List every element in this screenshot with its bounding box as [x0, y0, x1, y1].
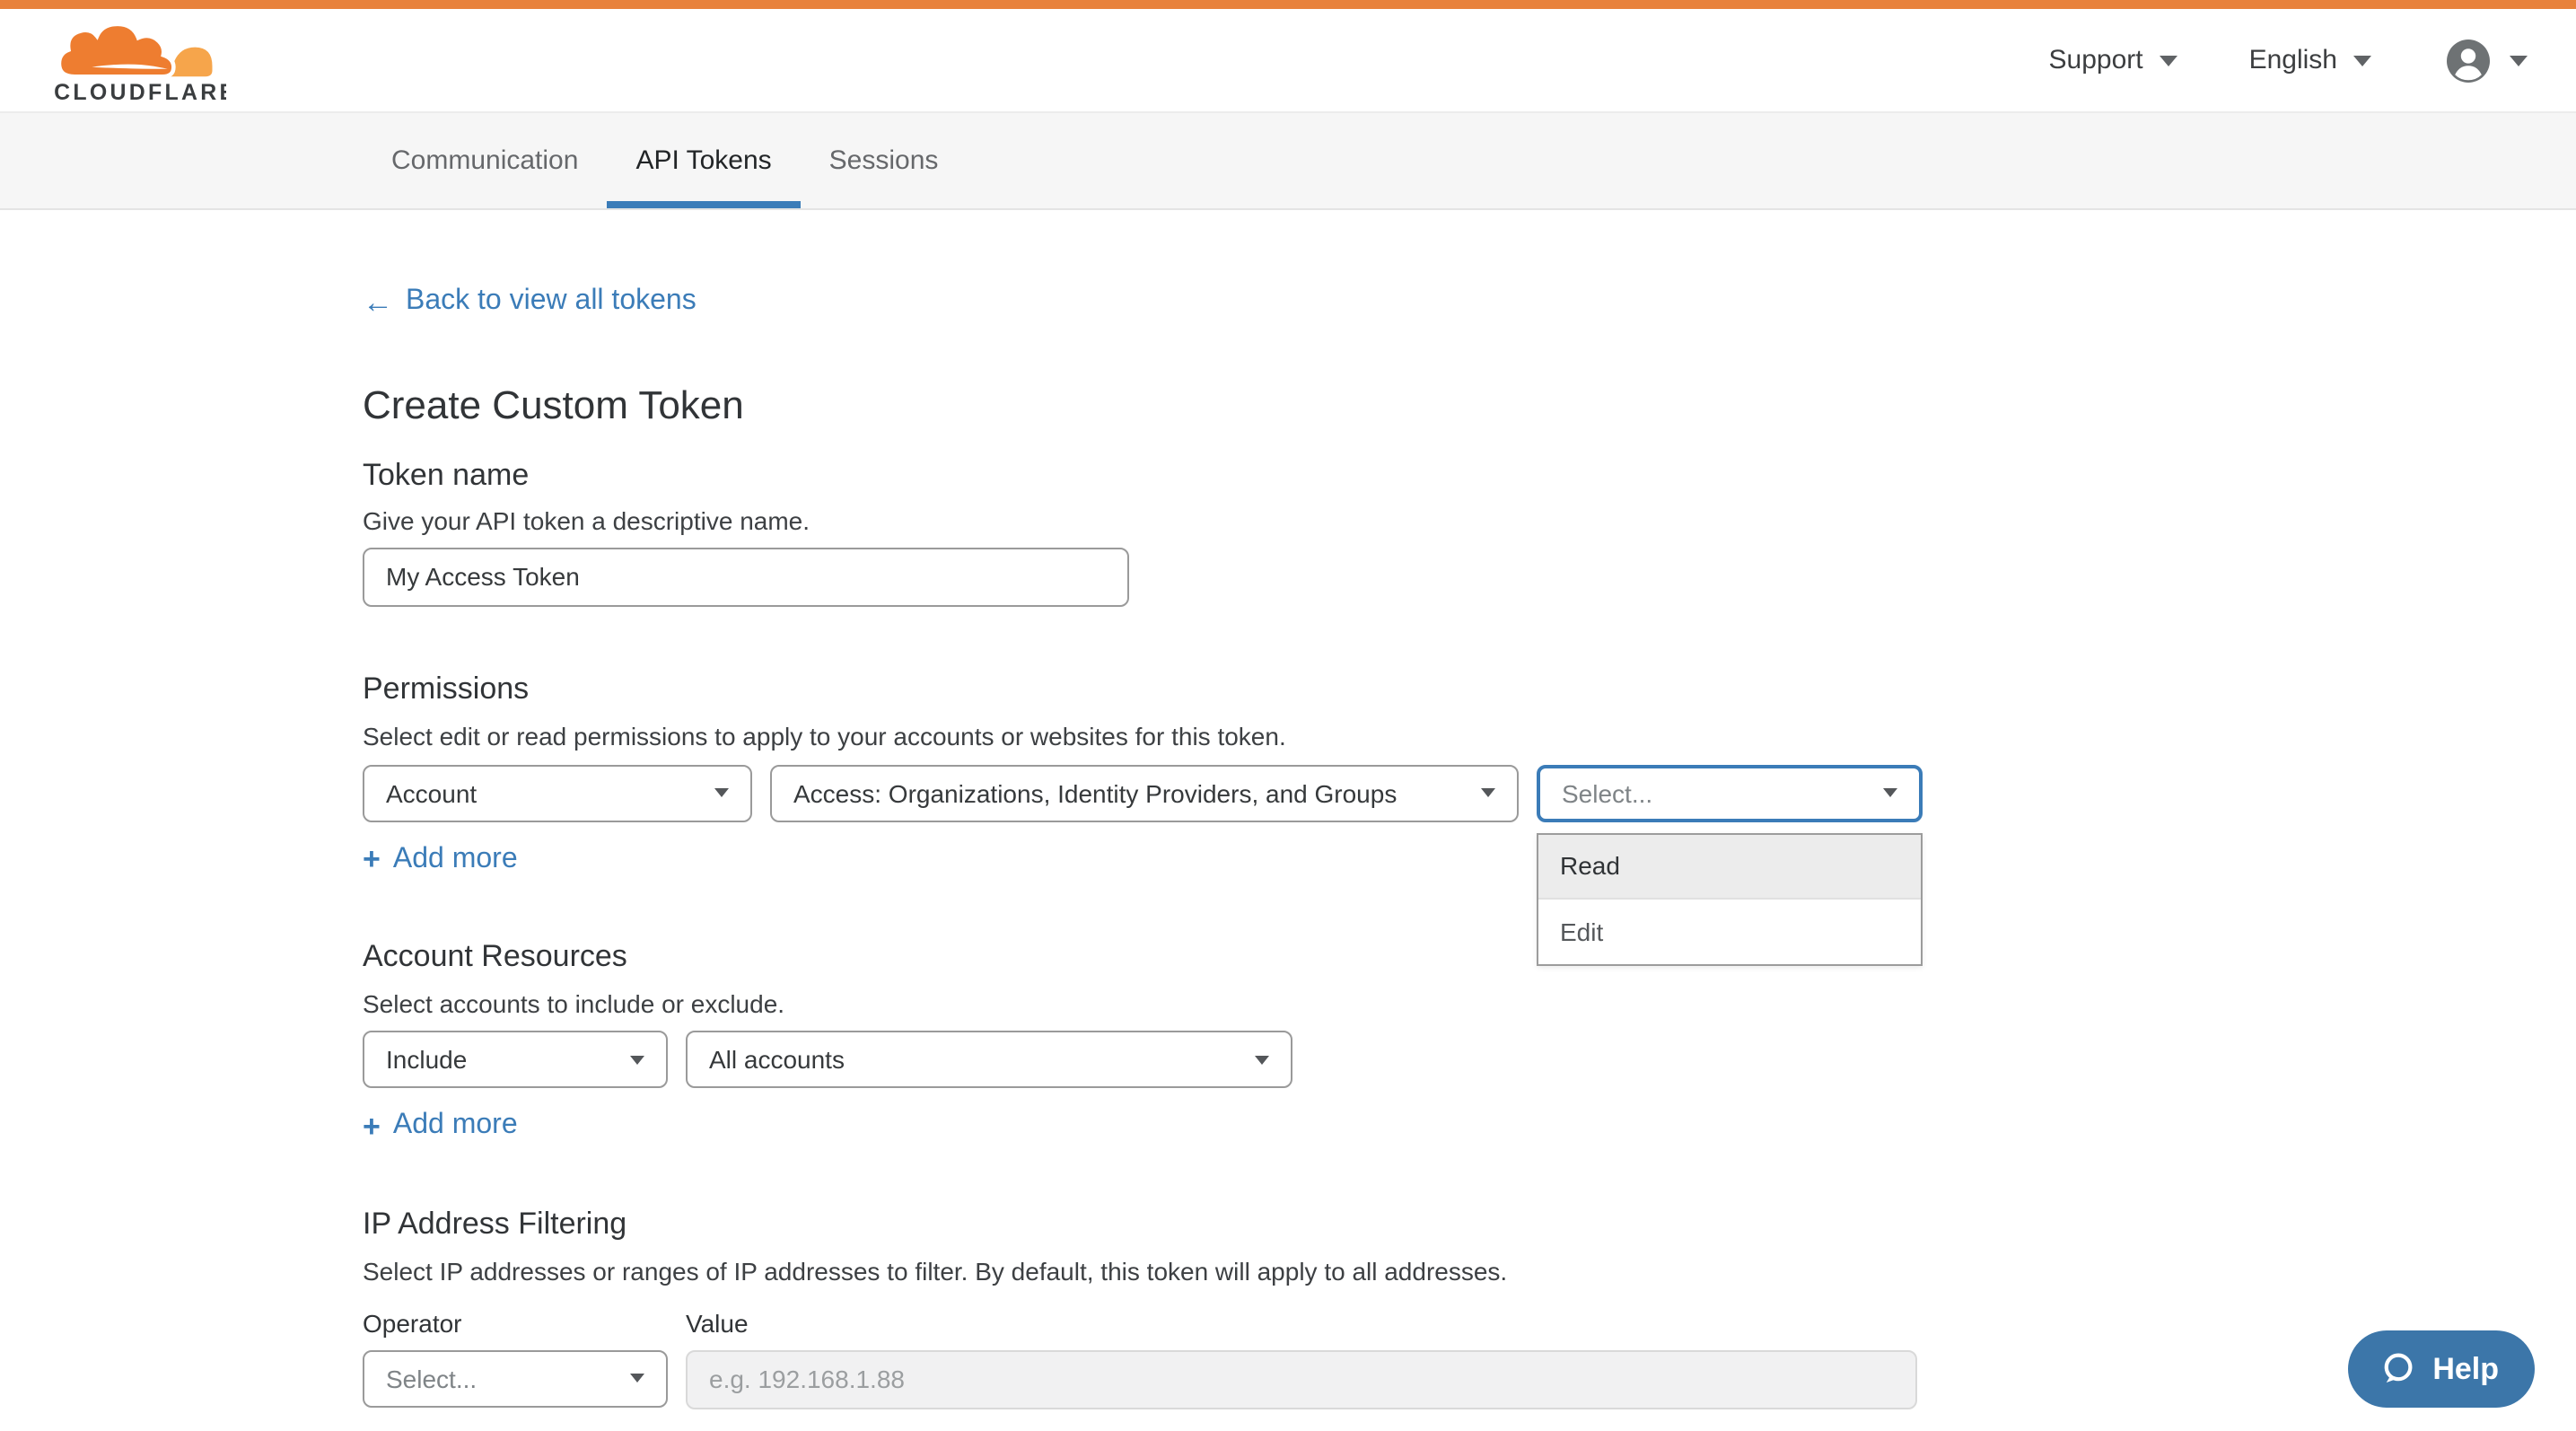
resource-accounts-select[interactable]: All accounts — [686, 1031, 1292, 1088]
chevron-down-icon — [1481, 788, 1495, 797]
cloudflare-dashboard: CLOUDFLARE Support English Communicat — [0, 0, 2576, 1431]
resource-accounts-value: All accounts — [709, 1045, 845, 1074]
ip-filtering-labels: Operator Value — [363, 1308, 2576, 1337]
account-resources-description: Select accounts to include or exclude. — [363, 989, 2576, 1018]
back-link-label: Back to view all tokens — [406, 285, 697, 318]
permissions-heading: Permissions — [363, 671, 2576, 707]
chevron-down-icon — [1255, 1055, 1269, 1064]
chevron-down-icon — [630, 1055, 644, 1064]
support-menu[interactable]: Support — [2049, 45, 2177, 75]
permission-group-value: Access: Organizations, Identity Provider… — [793, 778, 1397, 807]
token-name-description: Give your API token a descriptive name. — [363, 505, 2576, 534]
plus-icon: + — [363, 1111, 381, 1141]
help-button[interactable]: Help — [2348, 1330, 2535, 1408]
tab-sessions[interactable]: Sessions — [801, 113, 968, 208]
chevron-down-icon — [630, 1374, 644, 1383]
language-menu[interactable]: English — [2249, 45, 2371, 75]
account-menu[interactable] — [2447, 39, 2528, 82]
permission-level-wrap: Select... Read Edit — [1537, 764, 1923, 821]
back-to-tokens-link[interactable]: ← Back to view all tokens — [363, 285, 697, 318]
permissions-add-more-link[interactable]: + Add more — [363, 843, 518, 875]
ip-value-input[interactable] — [686, 1349, 1917, 1409]
cloudflare-logo-icon[interactable]: CLOUDFLARE — [54, 19, 226, 101]
page-title: Create Custom Token — [363, 382, 2576, 428]
add-more-label: Add more — [393, 1110, 518, 1142]
operator-label: Operator — [363, 1308, 668, 1337]
permission-category-value: Account — [386, 778, 477, 807]
ip-operator-placeholder: Select... — [386, 1364, 477, 1392]
main-content: ← Back to view all tokens Create Custom … — [0, 210, 2576, 1409]
ip-filtering-row: Select... — [363, 1349, 2576, 1409]
chevron-down-icon — [2160, 55, 2177, 66]
tab-api-tokens[interactable]: API Tokens — [607, 113, 800, 208]
token-name-heading: Token name — [363, 457, 2576, 493]
logo-wordmark: CLOUDFLARE — [54, 79, 226, 101]
chevron-down-icon — [2353, 55, 2371, 66]
permissions-description: Select edit or read permissions to apply… — [363, 721, 2576, 750]
account-resources-heading: Account Resources — [363, 939, 2576, 975]
permissions-row: Account Access: Organizations, Identity … — [363, 764, 2576, 821]
ip-filtering-description: Select IP addresses or ranges of IP addr… — [363, 1256, 2576, 1285]
add-more-label: Add more — [393, 843, 518, 875]
language-label: English — [2249, 45, 2337, 75]
brand-accent-bar — [0, 0, 2576, 9]
profile-tab-bar: Communication API Tokens Sessions — [0, 111, 2576, 210]
token-name-input[interactable] — [363, 547, 1129, 606]
tab-communication[interactable]: Communication — [363, 113, 607, 208]
header-right: Support English — [2049, 39, 2528, 82]
value-label: Value — [686, 1308, 749, 1337]
menu-option-edit[interactable]: Edit — [1538, 899, 1921, 963]
permission-level-select[interactable]: Select... — [1537, 764, 1923, 821]
permission-category-select[interactable]: Account — [363, 764, 752, 821]
ip-operator-select[interactable]: Select... — [363, 1349, 668, 1407]
account-resources-add-more-link[interactable]: + Add more — [363, 1110, 518, 1142]
permission-group-select[interactable]: Access: Organizations, Identity Provider… — [770, 764, 1519, 821]
ip-filtering-heading: IP Address Filtering — [363, 1206, 2576, 1242]
account-resources-row: Include All accounts — [363, 1031, 2576, 1088]
resource-mode-value: Include — [386, 1045, 467, 1074]
support-label: Support — [2049, 45, 2143, 75]
menu-option-read[interactable]: Read — [1538, 834, 1921, 899]
chevron-down-icon — [714, 788, 729, 797]
chevron-down-icon — [2510, 55, 2528, 66]
header: CLOUDFLARE Support English — [0, 9, 2576, 111]
resource-mode-select[interactable]: Include — [363, 1031, 668, 1088]
help-button-label: Help — [2432, 1351, 2499, 1387]
user-avatar-icon — [2447, 39, 2490, 82]
chevron-down-icon — [1883, 788, 1897, 797]
permission-level-menu: Read Edit — [1537, 832, 1923, 965]
back-arrow-icon: ← — [363, 286, 393, 317]
chat-bubble-icon — [2379, 1350, 2416, 1388]
permission-level-placeholder: Select... — [1562, 778, 1652, 807]
plus-icon: + — [363, 844, 381, 874]
